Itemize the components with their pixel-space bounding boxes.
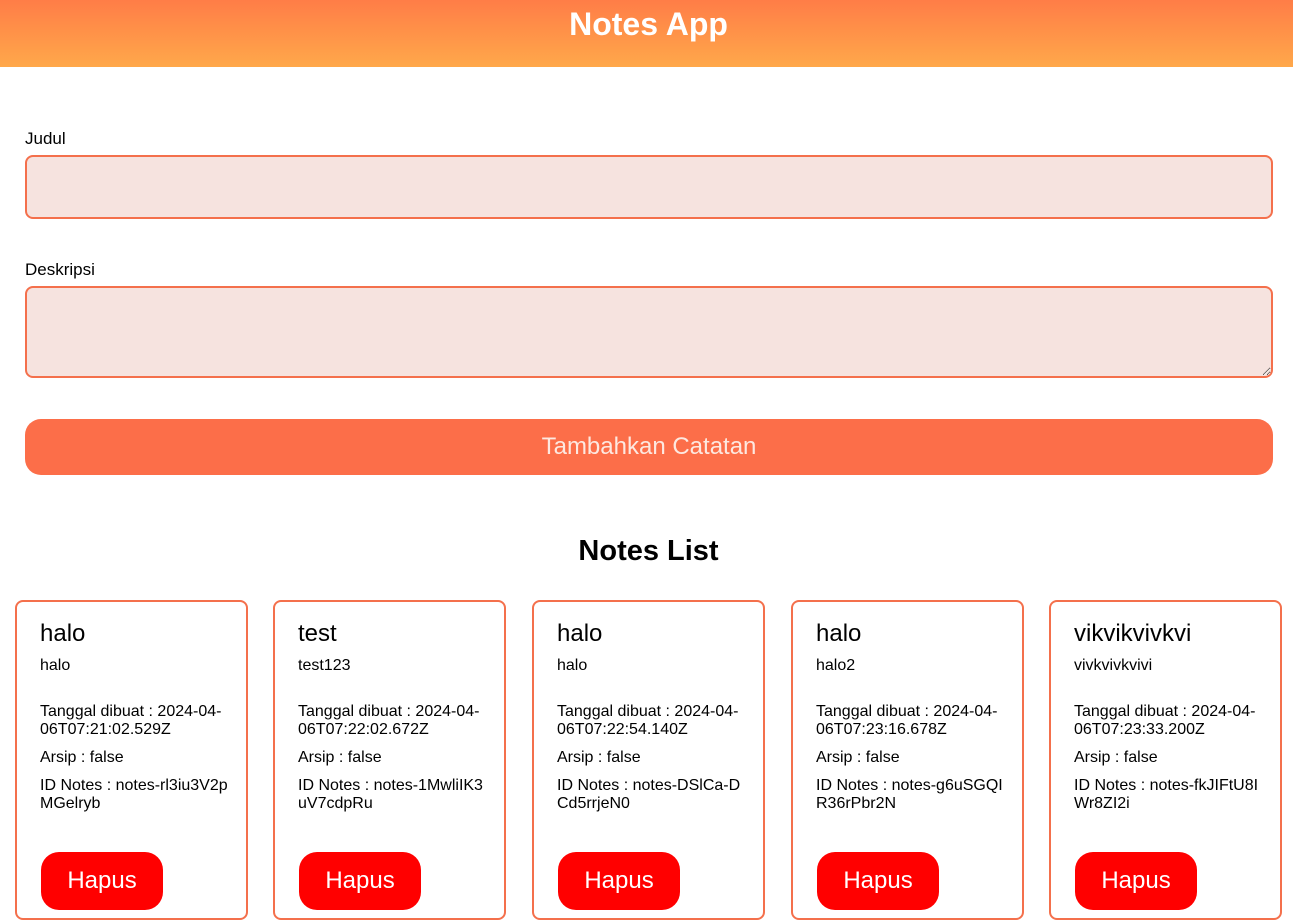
note-created-date: Tanggal dibuat : 2024-04-06T07:21:02.529… bbox=[40, 703, 222, 738]
note-title: test bbox=[298, 620, 337, 647]
description-label: Deskripsi bbox=[25, 260, 95, 279]
delete-note-button[interactable]: Hapus bbox=[41, 852, 163, 910]
note-id: ID Notes : notes-1MwliIK3uV7cdpRu bbox=[298, 777, 483, 812]
note-title: vikvikvivkvi bbox=[1074, 620, 1192, 647]
delete-note-button[interactable]: Hapus bbox=[558, 852, 680, 910]
note-id: ID Notes : notes-g6uSGQIR36rPbr2N bbox=[816, 777, 1003, 812]
note-title: halo bbox=[816, 620, 862, 647]
note-body: test123 bbox=[298, 657, 351, 674]
note-body: vivkvivkvivi bbox=[1074, 657, 1153, 674]
note-title: halo bbox=[40, 620, 86, 647]
note-archived-status: Arsip : false bbox=[816, 749, 900, 766]
title-label: Judul bbox=[25, 129, 66, 148]
note-card: vikvikvivkvi vivkvivkvivi Tanggal dibuat… bbox=[1049, 600, 1282, 920]
note-created-date: Tanggal dibuat : 2024-04-06T07:22:54.140… bbox=[557, 703, 739, 738]
note-id: ID Notes : notes-DSlCa-DCd5rrjeN0 bbox=[557, 777, 741, 812]
note-created-date: Tanggal dibuat : 2024-04-06T07:22:02.672… bbox=[298, 703, 480, 738]
note-body: halo bbox=[557, 657, 588, 674]
note-card: halo halo Tanggal dibuat : 2024-04-06T07… bbox=[15, 600, 248, 920]
description-textarea[interactable] bbox=[25, 286, 1273, 378]
note-card: halo halo2 Tanggal dibuat : 2024-04-06T0… bbox=[791, 600, 1024, 920]
note-title: halo bbox=[557, 620, 603, 647]
note-card: test test123 Tanggal dibuat : 2024-04-06… bbox=[273, 600, 506, 920]
title-input[interactable] bbox=[25, 155, 1273, 219]
note-created-date: Tanggal dibuat : 2024-04-06T07:23:16.678… bbox=[816, 703, 998, 738]
note-archived-status: Arsip : false bbox=[557, 749, 641, 766]
note-id: ID Notes : notes-rl3iu3V2pMGelryb bbox=[40, 777, 228, 812]
delete-note-button[interactable]: Hapus bbox=[299, 852, 421, 910]
note-body: halo2 bbox=[816, 657, 856, 674]
note-card: halo halo Tanggal dibuat : 2024-04-06T07… bbox=[532, 600, 765, 920]
app-header: Notes App bbox=[0, 0, 1293, 67]
note-created-date: Tanggal dibuat : 2024-04-06T07:23:33.200… bbox=[1074, 703, 1256, 738]
app-title: Notes App bbox=[569, 6, 728, 42]
delete-note-button[interactable]: Hapus bbox=[1075, 852, 1197, 910]
note-archived-status: Arsip : false bbox=[1074, 749, 1158, 766]
add-note-button[interactable]: Tambahkan Catatan bbox=[25, 419, 1273, 475]
note-body: halo bbox=[40, 657, 71, 674]
note-archived-status: Arsip : false bbox=[298, 749, 382, 766]
delete-note-button[interactable]: Hapus bbox=[817, 852, 939, 910]
note-id: ID Notes : notes-fkJIFtU8IWr8ZI2i bbox=[1074, 777, 1259, 812]
notes-list-heading: Notes List bbox=[578, 535, 719, 567]
note-archived-status: Arsip : false bbox=[40, 749, 124, 766]
